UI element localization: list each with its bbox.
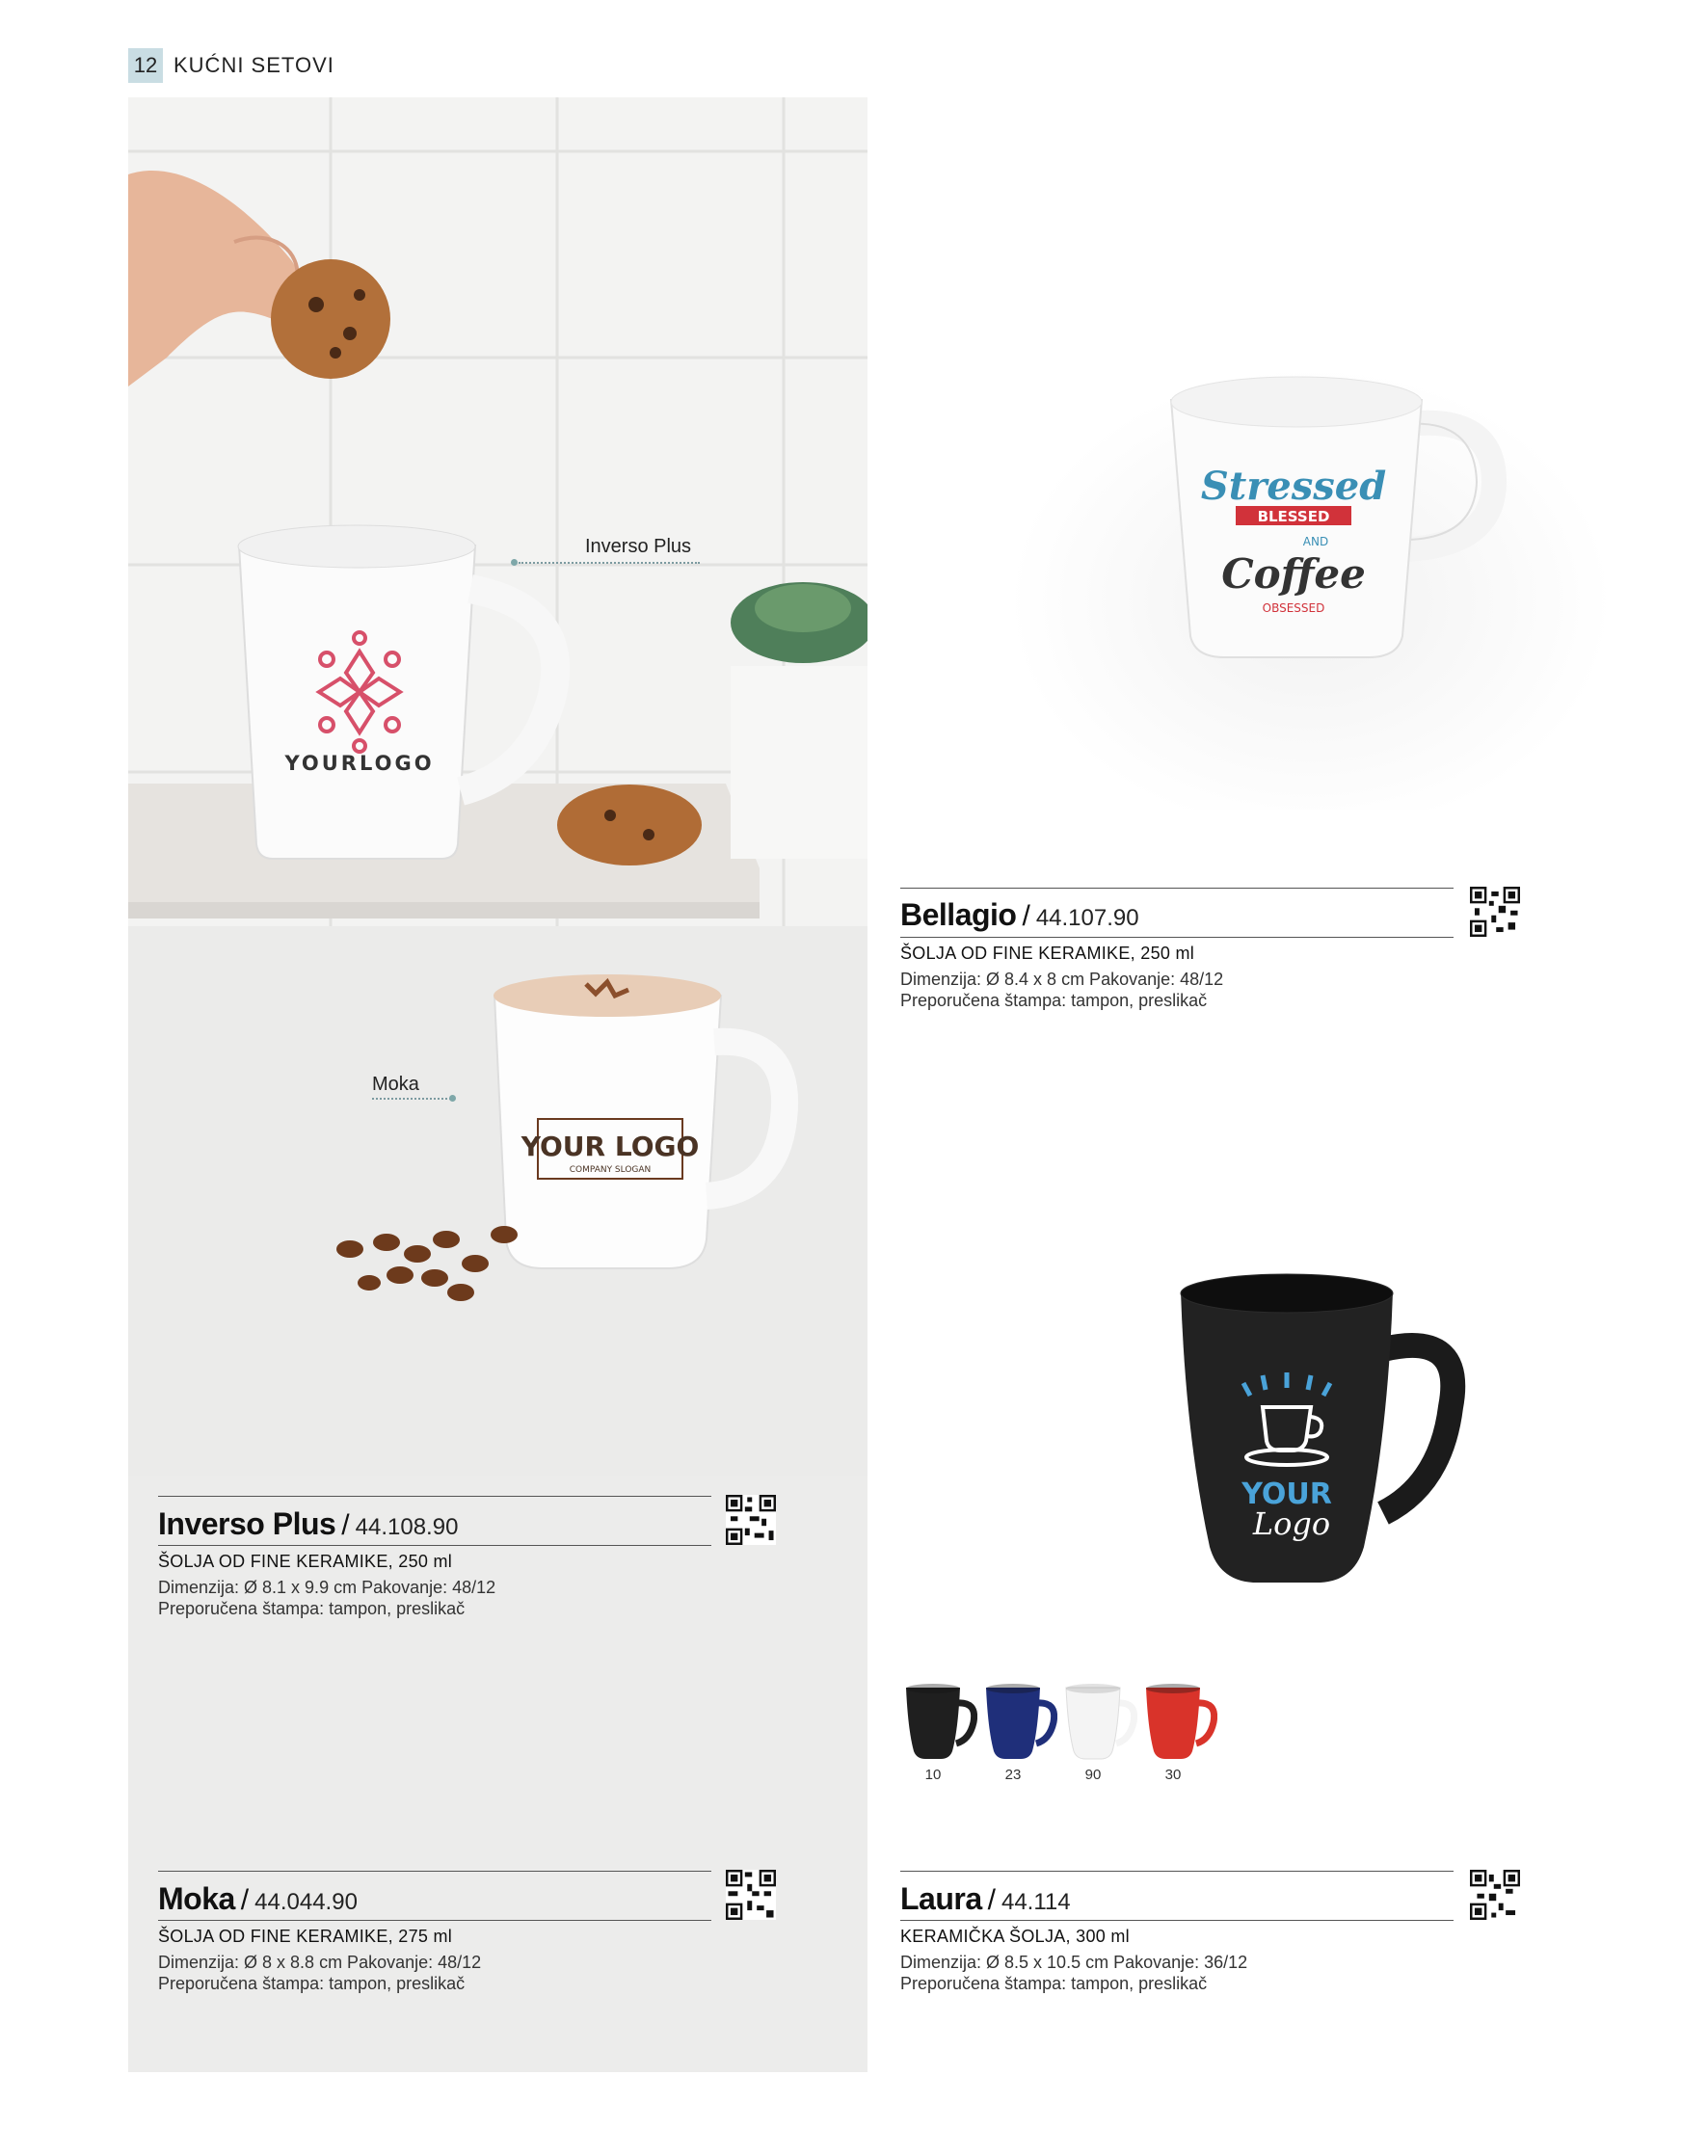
bellagio-print-obsessed: OBSESSED	[1263, 601, 1325, 615]
bellagio-name: Bellagio	[900, 897, 1017, 932]
inverso-print: Preporučena štampa: tampon, preslikač	[158, 1599, 466, 1618]
moka-qr-icon[interactable]	[726, 1870, 776, 1920]
inverso-rule-bottom	[158, 1545, 711, 1546]
moka-dims: Dimenzija: Ø 8 x 8.8 cm Pakovanje: 48/12	[158, 1953, 482, 1972]
laura-print: Preporučena štampa: tampon, preslikač	[900, 1974, 1208, 1993]
moka-name: Moka	[158, 1881, 235, 1916]
inverso-print-text: YOURLOGO	[283, 752, 434, 775]
moka-print-text: YOUR LOGO	[520, 1131, 700, 1162]
laura-mug-illustration: YOUR Logo	[1180, 1273, 1466, 1583]
bellagio-print-and: AND	[1303, 535, 1328, 548]
moka-rule-bottom	[158, 1920, 711, 1921]
bellagio-type: ŠOLJA OD FINE KERAMIKE, 250 ml	[900, 944, 1195, 963]
moka-type: ŠOLJA OD FINE KERAMIKE, 275 ml	[158, 1927, 453, 1946]
laura-swatch-code: 23	[1004, 1767, 1022, 1783]
laura-swatch-code: 30	[1164, 1767, 1182, 1783]
callout-moka-line	[372, 1098, 451, 1100]
inverso-name: Inverso Plus	[158, 1506, 336, 1541]
laura-code: 44.114	[1001, 1889, 1071, 1915]
moka-print-slogan: COMPANY SLOGAN	[570, 1165, 652, 1175]
moka-print: Preporučena štampa: tampon, preslikač	[158, 1974, 466, 1993]
laura-color-swatches: 10 23 90 30	[900, 1682, 1247, 1788]
callout-inverso-dot	[511, 559, 518, 566]
bellagio-rule-bottom	[900, 937, 1454, 938]
swatch-body	[1065, 1687, 1121, 1760]
photo-illustration: YOURLOGO YOUR LOGO COMPANY SLOGAN	[128, 97, 867, 1476]
bellagio-rule-top	[900, 888, 1454, 889]
bellagio-sep: /	[1022, 900, 1030, 932]
swatch-body	[906, 1688, 960, 1759]
laura-title: Laura/44.114	[900, 1879, 1071, 1918]
product-photo: YOURLOGO YOUR LOGO COMPANY SLOGAN	[128, 97, 867, 1476]
bellagio-print: Preporučena štampa: tampon, preslikač	[900, 991, 1208, 1010]
inverso-dims: Dimenzija: Ø 8.1 x 9.9 cm Pakovanje: 48/…	[158, 1578, 496, 1597]
bellagio-print-coffee: Coffee	[1221, 550, 1366, 598]
page-number: 12	[128, 48, 163, 83]
inverso-rule-top	[158, 1496, 711, 1497]
callout-moka-dot	[449, 1095, 456, 1102]
bellagio-dims: Dimenzija: Ø 8.4 x 8 cm Pakovanje: 48/12	[900, 970, 1224, 989]
laura-sep: /	[987, 1884, 996, 1916]
laura-qr-icon[interactable]	[1470, 1870, 1520, 1920]
callout-moka-label: Moka	[372, 1074, 419, 1095]
laura-dims: Dimenzija: Ø 8.5 x 10.5 cm Pakovanje: 36…	[900, 1953, 1248, 1972]
laura-type: KERAMIČKA ŠOLJA, 300 ml	[900, 1927, 1130, 1946]
callout-inverso-line	[519, 562, 700, 564]
inverso-type: ŠOLJA OD FINE KERAMIKE, 250 ml	[158, 1552, 453, 1571]
inverso-title: Inverso Plus/44.108.90	[158, 1504, 458, 1543]
swatch-body	[986, 1688, 1040, 1759]
laura-name: Laura	[900, 1881, 982, 1916]
laura-swatch-code: 10	[924, 1767, 942, 1783]
inverso-code: 44.108.90	[355, 1514, 459, 1540]
bellagio-code: 44.107.90	[1035, 905, 1139, 931]
moka-code: 44.044.90	[254, 1889, 358, 1915]
bellagio-image: Stressed BLESSED AND Coffee OBSESSED	[983, 347, 1639, 810]
moka-rule-top	[158, 1871, 711, 1872]
moka-sep: /	[240, 1884, 250, 1916]
bellagio-qr-icon[interactable]	[1470, 887, 1520, 937]
laura-print-logo: Logo	[1252, 1505, 1330, 1542]
laura-swatch-mug[interactable]	[1140, 1682, 1217, 1763]
inverso-sep: /	[341, 1509, 350, 1541]
laura-swatch-mug[interactable]	[980, 1682, 1057, 1763]
bellagio-mug-illustration: Stressed BLESSED AND Coffee OBSESSED	[1169, 376, 1508, 658]
swatch-body	[1146, 1688, 1200, 1759]
laura-swatch-code: 90	[1084, 1767, 1102, 1783]
laura-rule-bottom	[900, 1920, 1454, 1921]
section-title: KUĆNI SETOVI	[173, 53, 334, 77]
bellagio-print-blessed: BLESSED	[1258, 508, 1330, 525]
swatch-handle	[1034, 1699, 1057, 1747]
swatch-handle	[1194, 1699, 1217, 1747]
moka-title: Moka/44.044.90	[158, 1879, 358, 1918]
inverso-qr-icon[interactable]	[726, 1495, 776, 1545]
laura-rule-top	[900, 1871, 1454, 1872]
bellagio-title: Bellagio/44.107.90	[900, 895, 1139, 934]
laura-image: YOUR Logo	[1157, 1272, 1484, 1600]
swatch-handle	[954, 1699, 977, 1747]
callout-inverso-label: Inverso Plus	[585, 536, 692, 557]
bellagio-print-stressed: Stressed	[1201, 464, 1386, 509]
laura-swatch-mug[interactable]	[900, 1682, 977, 1763]
laura-swatch-mug[interactable]	[1060, 1682, 1137, 1763]
